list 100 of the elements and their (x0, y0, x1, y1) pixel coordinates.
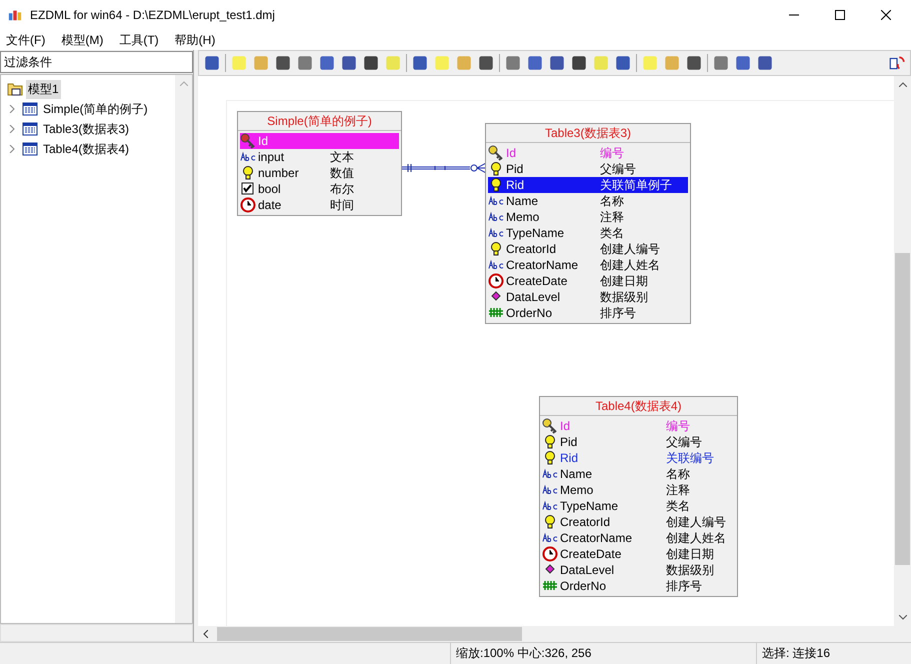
field-comment: 编号 (600, 144, 624, 162)
scroll-left-icon[interactable] (203, 630, 208, 638)
field-comment: 创建人姓名 (666, 530, 726, 546)
field-name: CreateDate (560, 547, 622, 561)
field-name: CreateDate (506, 274, 568, 288)
horizontal-scrollbar[interactable] (0, 624, 193, 642)
field-row[interactable]: Rid 关联编号 (542, 450, 735, 466)
filter-field[interactable]: 过滤条件 (0, 51, 193, 73)
field-row[interactable]: TypeName 类名 (488, 225, 688, 241)
key-icon (542, 418, 558, 434)
field-row[interactable]: CreatorId 创建人编号 (542, 514, 735, 530)
checkbox-icon (240, 181, 256, 197)
field-name: Memo (560, 483, 594, 497)
field-row[interactable]: Memo 注释 (488, 209, 688, 225)
field-name: DataLevel (560, 563, 616, 577)
status-text: 缩放:100% 中心:326, 256 (451, 643, 757, 664)
field-name: Pid (560, 435, 578, 449)
table-title: Table4(数据表4) (540, 397, 737, 416)
field-row[interactable]: OrderNo 排序号 (488, 305, 688, 321)
clock-icon (542, 546, 558, 562)
field-row[interactable]: CreatorName 创建人姓名 (542, 530, 735, 546)
field-name: TypeName (506, 226, 566, 240)
field-row[interactable]: CreateDate 创建日期 (542, 546, 735, 562)
field-name: OrderNo (506, 306, 554, 320)
field-name: TypeName (560, 499, 620, 513)
field-comment: 关联简单例子 (600, 176, 672, 194)
field-row[interactable]: CreatorId 创建人编号 (488, 241, 688, 257)
field-row[interactable]: CreateDate 创建日期 (488, 273, 688, 289)
menu-item[interactable]: 工具(T) (117, 32, 161, 48)
field-comment: 创建人姓名 (600, 256, 660, 274)
folder-icon (7, 81, 23, 97)
field-name: Memo (506, 210, 540, 224)
field-comment: 注释 (666, 482, 690, 498)
tree-item[interactable]: 模型1 (26, 80, 61, 98)
field-row[interactable]: TypeName 类名 (542, 498, 735, 514)
field-row[interactable]: number 数值 (240, 165, 399, 181)
bulb-icon (488, 177, 504, 193)
field-comment: 数值 (330, 164, 354, 182)
clock-icon (488, 273, 504, 289)
key-icon (240, 133, 256, 149)
field-row[interactable]: bool 布尔 (240, 181, 399, 197)
field-name: OrderNo (560, 579, 608, 593)
field-name: bool (258, 182, 282, 196)
field-name: Rid (506, 178, 526, 192)
field-row[interactable]: Name 名称 (488, 193, 688, 209)
menu-item[interactable]: 帮助(H) (172, 32, 218, 48)
menu-item[interactable]: 模型(M) (59, 32, 106, 48)
table-icon (22, 141, 38, 157)
field-name: CreatorId (506, 242, 558, 256)
vertical-scrollbar[interactable] (175, 75, 192, 623)
app-icon (8, 8, 22, 22)
entity-table[interactable]: Table3(数据表3) Id 编号 Pid 父编号 Rid 关联简单例子 Name 名称 Memo 注释 TypeName 类名 CreatorId 创建人编号 CreatorName 创建人姓名 CreateDate 创建日期 DataLevel 数据级别 OrderNo 排序号 (485, 123, 691, 324)
field-comment: 父编号 (666, 434, 702, 450)
field-comment: 创建人编号 (600, 240, 660, 258)
field-name: date (258, 198, 282, 212)
field-name: Name (506, 194, 540, 208)
field-comment: 排序号 (600, 304, 636, 322)
table-title: Table3(数据表3) (486, 124, 690, 143)
field-name: Pid (506, 162, 524, 176)
table-icon (22, 101, 38, 117)
scroll-down-icon[interactable] (898, 615, 906, 620)
field-comment: 父编号 (600, 160, 636, 178)
field-comment: 数据级别 (666, 562, 714, 578)
field-row[interactable]: DataLevel 数据级别 (542, 562, 735, 578)
field-comment: 关联编号 (666, 450, 714, 466)
field-name: Id (560, 419, 572, 433)
tree-item[interactable]: Table4(数据表4) (41, 140, 132, 158)
field-name: Id (258, 134, 270, 148)
key-icon (488, 145, 504, 161)
field-name: Name (560, 467, 594, 481)
field-row[interactable]: Pid 父编号 (542, 434, 735, 450)
tree-item[interactable]: Simple(简单的例子) (41, 100, 150, 118)
field-row[interactable]: date 时间 (240, 197, 399, 213)
entity-table[interactable]: Table4(数据表4) Id 编号 Pid 父编号 Rid 关联编号 Name 名称 Memo 注释 TypeName 类名 CreatorId 创建人编号 CreatorName 创建人姓名 CreateDate 创建日期 DataLevel 数据级别 OrderNo 排序号 (539, 396, 738, 597)
bulb-icon (240, 165, 256, 181)
status-text: 选择: 连接16 (761, 645, 830, 662)
field-comment: 排序号 (666, 578, 702, 594)
field-row[interactable]: CreatorName 创建人姓名 (488, 257, 688, 273)
field-comment: 创建日期 (600, 272, 648, 290)
field-row[interactable]: Rid 关联简单例子 (488, 177, 688, 193)
field-row[interactable]: DataLevel 数据级别 (488, 289, 688, 305)
field-row[interactable]: OrderNo 排序号 (542, 578, 735, 594)
field-name: input (258, 150, 286, 164)
field-row[interactable]: Pid 父编号 (488, 161, 688, 177)
close-icon[interactable] (881, 10, 891, 20)
entity-table[interactable]: Simple(简单的例子) Id input 文本 number 数值 bool 布尔 date 时间 (237, 111, 402, 216)
field-comment: 时间 (330, 196, 354, 214)
field-comment: 创建日期 (666, 546, 714, 562)
scroll-up-icon[interactable] (898, 82, 906, 87)
field-name: Id (506, 146, 518, 160)
switch-view-icon[interactable] (888, 54, 906, 72)
bulb-icon (542, 450, 558, 466)
maximize-icon[interactable] (835, 10, 845, 20)
bulb-icon (488, 161, 504, 177)
field-row[interactable]: Name 名称 (542, 466, 735, 482)
field-row[interactable]: Memo 注释 (542, 482, 735, 498)
field-row[interactable]: input 文本 (240, 149, 399, 165)
field-name: number (258, 166, 300, 180)
tree-item[interactable]: Table3(数据表3) (41, 120, 132, 138)
menu-item[interactable]: 文件(F) (4, 32, 48, 48)
